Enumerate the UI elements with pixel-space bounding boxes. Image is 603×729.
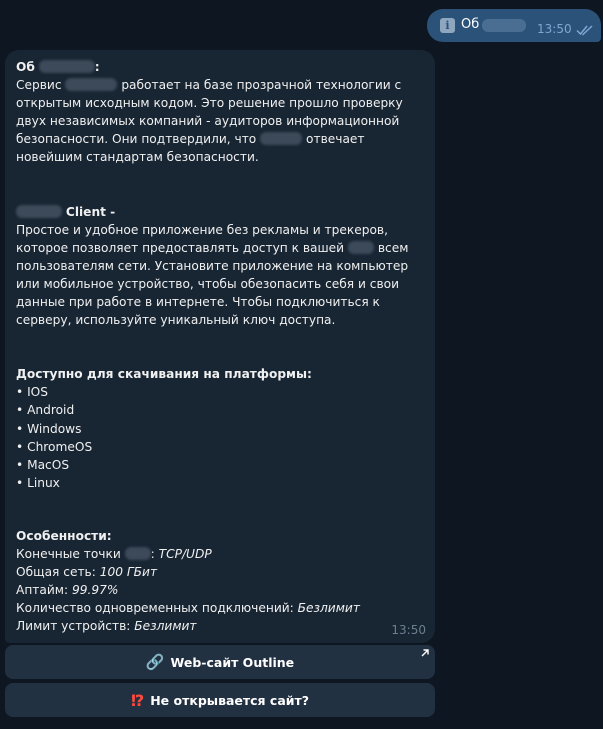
external-link-arrow-icon	[421, 649, 429, 657]
about-title-colon: :	[94, 60, 100, 74]
platform-item: • MacOS	[16, 457, 70, 472]
feature-uptime: Аптайм: 99.97%	[16, 581, 428, 599]
message-text: Об : Сервис работает на базе прозрачной …	[16, 58, 428, 635]
redacted-text	[260, 132, 303, 146]
feature-value: Безлимит	[134, 619, 197, 634]
feature-colon: :	[150, 546, 155, 561]
website-outline-button[interactable]: 🔗 Web-сайт Outline	[5, 645, 435, 679]
platforms-title: Доступно для скачивания на платформы:	[16, 367, 312, 382]
incoming-message[interactable]: Об : Сервис работает на базе прозрачной …	[5, 50, 435, 643]
redacted-text	[38, 60, 95, 73]
feature-label: Конечные точки	[16, 546, 121, 561]
platform-item: • Android	[16, 403, 75, 418]
feature-value: Безлимит	[297, 601, 360, 616]
client-title: Client -	[65, 204, 116, 219]
platform-item: • Windows	[16, 421, 82, 436]
feature-value: 99.97%	[71, 583, 119, 598]
chat-area: i Об 13:50 Об : Сервис работает на базе …	[0, 0, 603, 729]
website-button-label: Web-сайт Outline	[170, 654, 295, 670]
feature-label: Лимит устройств:	[16, 619, 131, 634]
feature-devices: Лимит устройств: Безлимит	[16, 617, 428, 635]
feature-value: 100 ГБит	[99, 565, 158, 580]
feature-value: TCP/UDP	[158, 546, 212, 561]
platform-item: • IOS	[16, 385, 48, 400]
redacted-text	[124, 546, 151, 560]
features-title: Особенности:	[16, 528, 112, 543]
incoming-message-time: 13:50	[391, 623, 426, 637]
exclamation-question-icon: ⁉	[130, 690, 145, 710]
outgoing-message-time: 13:50	[537, 22, 572, 36]
feature-endpoints: Конечные точки : TCP/UDP	[16, 545, 428, 563]
feature-network: Общая сеть: 100 ГБит	[16, 563, 428, 581]
platform-item: • ChromeOS	[16, 439, 93, 454]
feature-label: Аптайм:	[16, 583, 69, 598]
redacted-text	[482, 19, 526, 32]
redacted-text	[347, 240, 374, 254]
feature-label: Общая сеть:	[16, 565, 96, 580]
site-not-opening-label: Не открывается сайт?	[150, 692, 310, 708]
double-check-icon	[576, 25, 593, 36]
redacted-text	[16, 204, 62, 218]
feature-label: Количество одновременных подключений:	[16, 601, 294, 616]
platform-item: • Linux	[16, 475, 60, 490]
site-not-opening-button[interactable]: ⁉ Не открывается сайт?	[5, 683, 435, 717]
about-text-part1: Сервис	[16, 78, 62, 93]
feature-connections: Количество одновременных подключений: Бе…	[16, 599, 428, 617]
link-icon: 🔗	[145, 653, 165, 671]
redacted-text	[65, 78, 118, 92]
info-icon: i	[440, 18, 455, 33]
about-title: Об	[16, 60, 35, 74]
outgoing-message[interactable]: i Об 13:50	[427, 9, 601, 42]
client-text-part1: Простое и удобное приложение без рекламы…	[16, 222, 388, 255]
outgoing-message-text: Об	[461, 17, 480, 32]
